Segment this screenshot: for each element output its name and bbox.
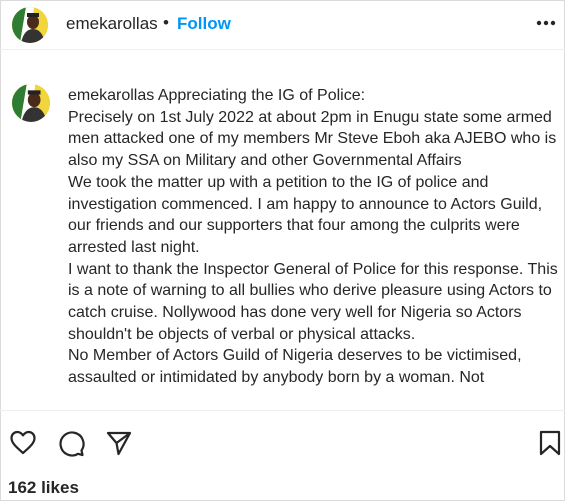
caption-username-link[interactable]: emekarollas — [68, 87, 154, 104]
caption-line: We took the matter up with a petition to… — [68, 173, 543, 256]
caption-area: emekarollas Appreciating the IG of Polic… — [0, 50, 565, 408]
avatar-image — [12, 7, 48, 43]
bookmark-icon[interactable] — [536, 429, 564, 457]
caption-text: emekarollas Appreciating the IG of Polic… — [68, 85, 562, 389]
comment-icon[interactable] — [57, 429, 85, 457]
heart-icon[interactable] — [9, 429, 37, 457]
follow-button[interactable]: Follow — [177, 14, 231, 34]
caption-line: No Member of Actors Guild of Nigeria des… — [68, 347, 522, 387]
username-link[interactable]: emekarollas — [66, 14, 158, 34]
avatar-image — [12, 84, 50, 122]
post-header: emekarollas • Follow — [0, 0, 565, 50]
separator-dot: • — [163, 13, 169, 32]
avatar[interactable] — [12, 84, 50, 122]
more-options-icon[interactable] — [533, 12, 559, 34]
caption-line: Precisely on 1st July 2022 at about 2pm … — [68, 108, 557, 170]
action-bar — [0, 411, 565, 471]
avatar[interactable] — [12, 7, 48, 43]
share-icon[interactable] — [105, 429, 133, 457]
likes-count[interactable]: 162 likes — [8, 478, 79, 498]
caption-line: Appreciating the IG of Police: — [157, 87, 366, 104]
caption-line: I want to thank the Inspector General of… — [68, 260, 558, 343]
